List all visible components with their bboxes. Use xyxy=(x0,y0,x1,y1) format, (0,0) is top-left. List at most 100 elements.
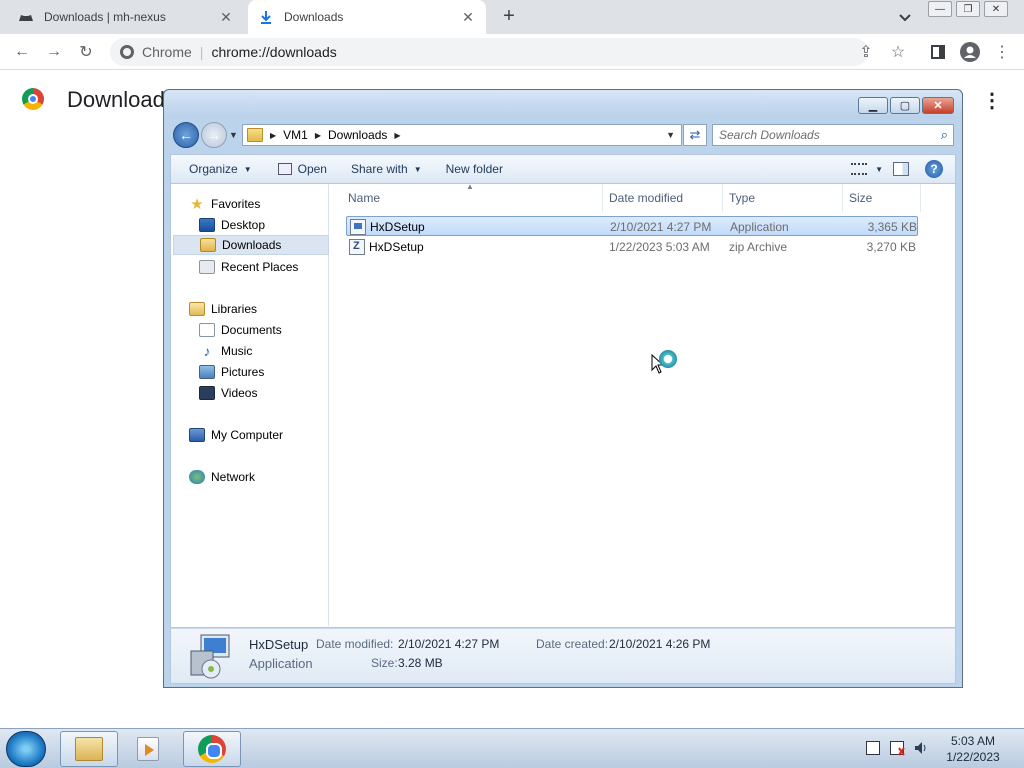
more-actions-icon[interactable]: ⋮ xyxy=(982,88,1002,112)
details-date-created: 2/10/2021 4:26 PM xyxy=(609,637,711,651)
new-folder-button[interactable]: New folder xyxy=(440,154,509,184)
recent-pages-chevron-icon[interactable]: ▼ xyxy=(229,130,238,140)
recent-places-icon xyxy=(199,260,215,274)
reload-icon[interactable]: ↻ xyxy=(76,42,96,62)
zip-archive-icon xyxy=(349,239,365,255)
omnibox[interactable]: Chrome | chrome://downloads xyxy=(110,38,868,66)
details-date-modified: 2/10/2021 4:27 PM xyxy=(398,637,500,651)
search-icon[interactable]: ⌕ xyxy=(941,127,948,143)
explorer-close-button[interactable]: ✕ xyxy=(922,97,954,114)
nav-videos[interactable]: Videos xyxy=(199,383,257,403)
organize-button[interactable]: Organize ▼ xyxy=(183,154,258,184)
close-window-button[interactable]: ✕ xyxy=(984,1,1008,17)
network-tray-icon[interactable] xyxy=(866,741,880,755)
omnibox-site: Chrome xyxy=(142,44,192,60)
address-history-chevron-icon[interactable]: ▼ xyxy=(666,130,675,140)
explorer-content: ★ Favorites Desktop Downloads Recent Pla… xyxy=(170,182,956,628)
nav-label: Network xyxy=(211,470,256,484)
bookmark-star-icon[interactable]: ☆ xyxy=(888,42,908,62)
explorer-back-button[interactable]: ← xyxy=(173,122,199,148)
breadcrumb-arrow-icon[interactable]: ▶ xyxy=(394,131,400,140)
column-header-date[interactable]: Date modified xyxy=(603,184,723,212)
new-folder-label: New folder xyxy=(445,162,503,176)
back-arrow-icon[interactable]: ← xyxy=(12,42,32,62)
nav-network[interactable]: Network xyxy=(189,467,255,487)
breadcrumb-vm1[interactable]: VM1 xyxy=(283,128,308,142)
details-date-created-label: Date created: xyxy=(536,637,609,651)
navigation-pane: ★ Favorites Desktop Downloads Recent Pla… xyxy=(171,184,329,626)
column-header-type[interactable]: Type xyxy=(723,184,843,212)
explorer-forward-button[interactable]: → xyxy=(201,122,227,148)
taskbar-chrome-button[interactable] xyxy=(183,731,241,767)
tab-downloads-mh-nexus[interactable]: Downloads | mh-nexus ✕ xyxy=(8,0,244,34)
installer-large-icon xyxy=(187,633,233,679)
minimize-window-button[interactable]: — xyxy=(928,1,952,17)
nav-documents[interactable]: Documents xyxy=(199,320,282,340)
command-bar: Organize ▼ Open Share with ▼ New folder … xyxy=(170,154,956,184)
tab-downloads[interactable]: Downloads ✕ xyxy=(248,0,486,34)
refresh-icon[interactable]: ⇄ xyxy=(683,124,707,146)
desktop-icon xyxy=(199,218,215,232)
change-view-icon[interactable] xyxy=(851,163,868,175)
search-input[interactable]: Search Downloads ⌕ xyxy=(712,124,954,146)
share-with-button[interactable]: Share with ▼ xyxy=(345,154,428,184)
volume-icon[interactable] xyxy=(914,741,928,755)
start-button[interactable] xyxy=(6,731,46,767)
explorer-maximize-button[interactable]: ▢ xyxy=(890,97,920,114)
incognito-hat-icon xyxy=(18,12,34,22)
nav-recent-places[interactable]: Recent Places xyxy=(199,257,298,277)
nav-music[interactable]: ♪ Music xyxy=(199,341,253,361)
column-header-name[interactable]: Name xyxy=(342,184,603,212)
chevron-down-icon: ▼ xyxy=(243,164,252,174)
file-name: HxDSetup xyxy=(370,220,425,234)
browser-menu-icon[interactable]: ⋮ xyxy=(992,42,1012,62)
nav-desktop[interactable]: Desktop xyxy=(199,215,265,235)
breadcrumb-arrow-icon[interactable]: ▶ xyxy=(270,131,276,140)
star-icon: ★ xyxy=(190,196,204,213)
details-date-modified-label: Date modified: xyxy=(316,637,394,651)
chrome-logo-icon xyxy=(120,45,134,59)
libraries-icon xyxy=(189,302,205,316)
column-header-size[interactable]: Size xyxy=(843,184,921,212)
explorer-minimize-button[interactable]: ▁ xyxy=(858,97,888,114)
nav-favorites[interactable]: ★ Favorites xyxy=(189,194,260,214)
tab-search-chevron-icon[interactable] xyxy=(896,9,914,25)
nav-label: Music xyxy=(221,344,253,358)
file-row[interactable]: HxDSetup 2/10/2021 4:27 PM Application 3… xyxy=(346,216,918,236)
forward-arrow-icon[interactable]: → xyxy=(44,42,64,62)
close-tab-icon[interactable]: ✕ xyxy=(460,9,476,26)
installer-icon xyxy=(350,219,366,235)
nav-libraries[interactable]: Libraries xyxy=(189,299,257,319)
share-icon[interactable]: ⇪ xyxy=(856,42,876,62)
nav-label: Pictures xyxy=(221,365,265,379)
file-row[interactable]: HxDSetup 1/22/2023 5:03 AM zip Archive 3… xyxy=(346,237,918,257)
file-size: 3,270 KB xyxy=(866,240,916,254)
action-center-flag-icon[interactable] xyxy=(890,741,905,756)
new-tab-button[interactable]: + xyxy=(498,6,520,28)
explorer-title-bar[interactable]: ▁ ▢ ✕ xyxy=(164,90,962,118)
taskbar-media-player-button[interactable] xyxy=(128,731,168,767)
documents-icon xyxy=(199,323,215,337)
help-icon[interactable]: ? xyxy=(925,160,943,178)
breadcrumb-arrow-icon[interactable]: ▶ xyxy=(315,131,321,140)
details-pane: HxDSetup Application Date modified: 2/10… xyxy=(170,628,956,684)
details-size: 3.28 MB xyxy=(398,656,443,670)
system-clock[interactable]: 5:03 AM 1/22/2023 xyxy=(938,733,1008,765)
nav-pictures[interactable]: Pictures xyxy=(199,362,264,382)
restore-window-button[interactable]: ❐ xyxy=(956,1,980,17)
videos-icon xyxy=(199,386,215,400)
side-panel-icon[interactable] xyxy=(928,42,948,62)
nav-my-computer[interactable]: My Computer xyxy=(189,425,283,445)
close-tab-icon[interactable]: ✕ xyxy=(218,9,234,26)
chrome-icon xyxy=(198,735,226,763)
taskbar-explorer-button[interactable] xyxy=(60,731,118,767)
address-bar[interactable]: ▶ VM1 ▶ Downloads ▶ ▼ xyxy=(242,124,682,146)
file-date: 2/10/2021 4:27 PM xyxy=(610,220,712,234)
preview-pane-icon[interactable] xyxy=(893,162,909,176)
file-type: Application xyxy=(730,220,789,234)
view-options-chevron-icon[interactable]: ▼ xyxy=(875,165,883,174)
nav-downloads[interactable]: Downloads xyxy=(173,235,329,255)
profile-avatar-icon[interactable] xyxy=(960,42,980,62)
open-button[interactable]: Open xyxy=(272,154,333,184)
breadcrumb-downloads[interactable]: Downloads xyxy=(328,128,387,142)
